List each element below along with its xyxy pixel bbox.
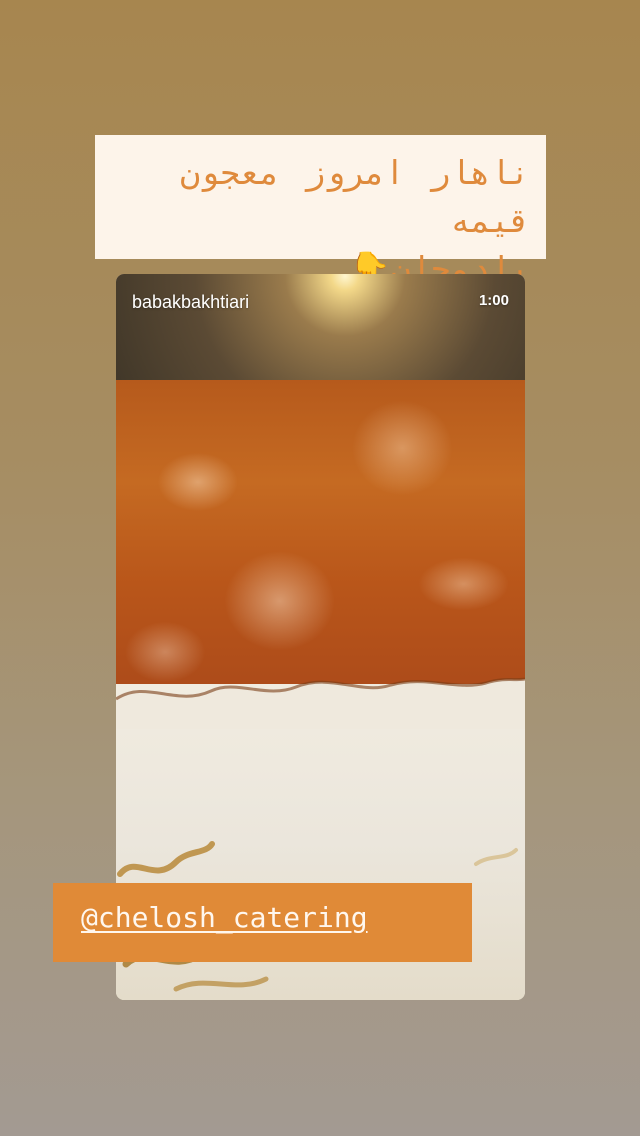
story-username[interactable]: babakbakhtiari [132, 292, 249, 313]
rice-edge-shape [116, 677, 525, 729]
mention-sticker[interactable]: @chelosh_catering [53, 883, 472, 962]
caption-line-1: ناهار امروز معجون قیمه [180, 153, 530, 240]
mention-link[interactable]: @chelosh_catering [81, 901, 368, 934]
ceiling-light-image [116, 274, 525, 384]
story-caption: ناهار امروز معجون قیمه بادمجان👇 [95, 135, 546, 288]
video-duration: 1:00 [478, 292, 509, 309]
